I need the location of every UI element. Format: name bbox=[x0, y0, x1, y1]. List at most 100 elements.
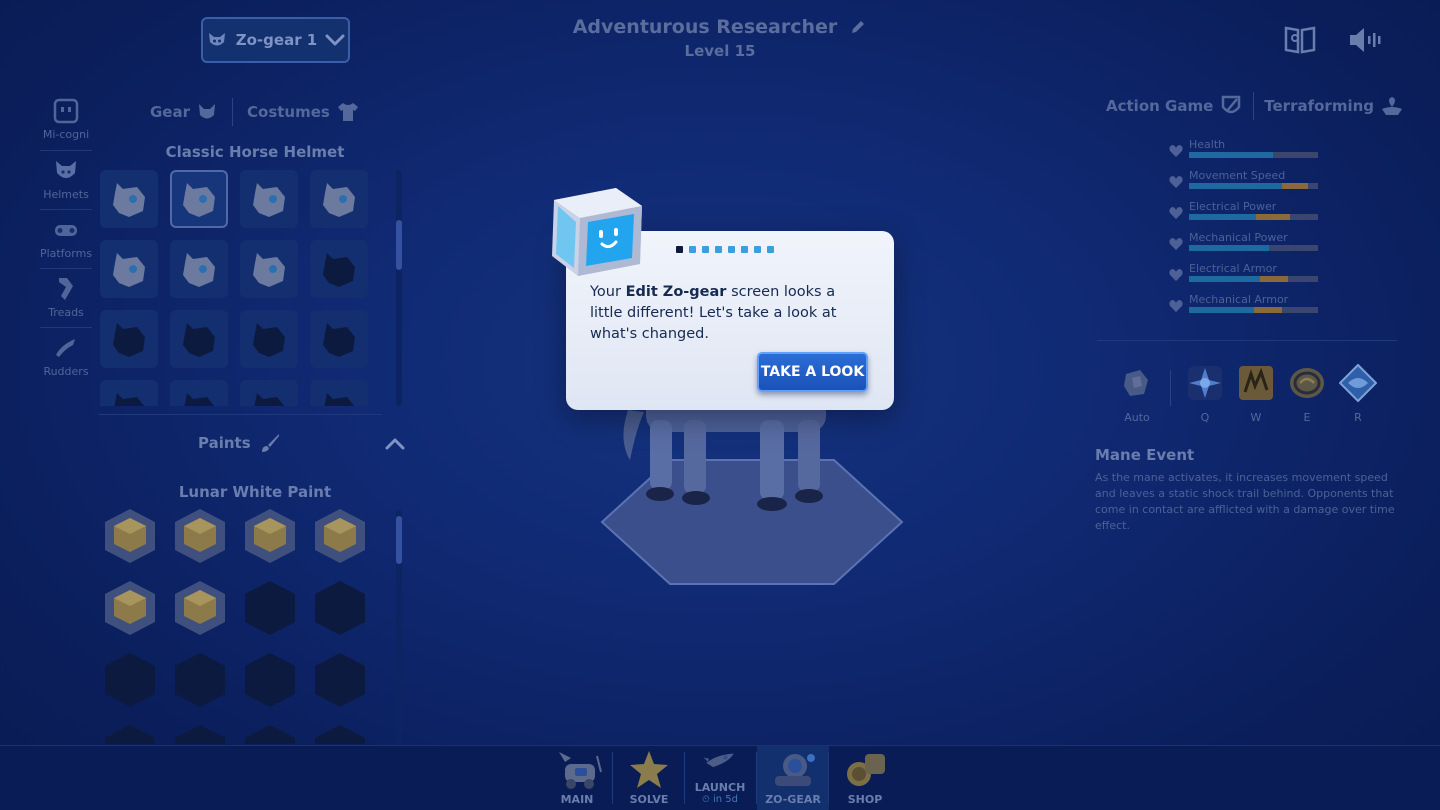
tab-costumes[interactable]: Costumes bbox=[247, 101, 360, 123]
paint-box-icon bbox=[175, 509, 225, 563]
tab-gear[interactable]: Gear bbox=[150, 101, 218, 123]
sidebar-item-treads[interactable]: Treads bbox=[30, 276, 102, 319]
nav-shop[interactable]: SHOP bbox=[829, 746, 901, 810]
paint-slot[interactable] bbox=[314, 508, 366, 564]
horse-helmet-icon bbox=[324, 393, 355, 406]
paint-slot[interactable] bbox=[244, 580, 296, 636]
helmet-slot[interactable] bbox=[310, 170, 368, 228]
helmet-slot[interactable] bbox=[100, 310, 158, 368]
nav-zo-gear[interactable]: ZO-GEAR bbox=[757, 746, 829, 810]
paint-box-icon bbox=[175, 581, 225, 635]
nav-launch[interactable]: LAUNCH ⏲ in 5d bbox=[684, 746, 756, 810]
paint-slot[interactable] bbox=[244, 652, 296, 708]
helmet-slot[interactable] bbox=[310, 380, 368, 406]
helmet-slot[interactable] bbox=[240, 240, 298, 298]
ability-w[interactable]: W bbox=[1236, 364, 1276, 424]
step-dot bbox=[689, 246, 696, 253]
horse-helmet-icon bbox=[253, 253, 285, 287]
paint-slot[interactable] bbox=[104, 724, 156, 744]
paint-box-icon bbox=[105, 509, 155, 563]
helmet-slot[interactable] bbox=[310, 310, 368, 368]
rudder-icon bbox=[56, 339, 75, 357]
paint-slot[interactable] bbox=[244, 724, 296, 744]
page-title: Adventurous Researcher bbox=[572, 16, 838, 38]
stat-bar bbox=[1189, 245, 1318, 251]
paint-box-icon bbox=[175, 653, 225, 707]
step-indicator bbox=[676, 246, 774, 253]
ability-e[interactable]: E bbox=[1287, 364, 1327, 424]
paints-header[interactable]: Paints bbox=[198, 432, 281, 454]
cube-mascot-icon bbox=[552, 188, 642, 276]
mechanical-armor-icon bbox=[1169, 300, 1183, 312]
zo-gear-dropdown[interactable]: Zo-gear 1 bbox=[201, 17, 350, 63]
helmet-slot[interactable] bbox=[170, 380, 228, 406]
helmet-slot[interactable] bbox=[100, 240, 158, 298]
helmet-slot[interactable] bbox=[310, 240, 368, 298]
paint-slot[interactable] bbox=[174, 508, 226, 564]
paint-slot[interactable] bbox=[314, 724, 366, 744]
sidebar-item-mi-cogni[interactable]: Mi-cogni bbox=[30, 98, 102, 141]
ability-q[interactable]: Q bbox=[1185, 364, 1225, 424]
paint-slot[interactable] bbox=[314, 652, 366, 708]
stat-bar bbox=[1189, 183, 1318, 189]
e-ability-icon bbox=[1290, 368, 1324, 398]
paint-slot[interactable] bbox=[104, 652, 156, 708]
take-a-look-button[interactable]: TAKE A LOOK bbox=[757, 352, 868, 392]
speaker-icon[interactable] bbox=[1347, 24, 1381, 56]
tab-action-game[interactable]: Action Game bbox=[1106, 95, 1243, 117]
sidebar-divider bbox=[40, 209, 92, 210]
ability-auto[interactable]: Auto bbox=[1117, 364, 1157, 424]
helmet-name: Classic Horse Helmet bbox=[165, 143, 345, 161]
helmet-slot[interactable] bbox=[170, 310, 228, 368]
sidebar-divider bbox=[40, 327, 92, 328]
paint-slot[interactable] bbox=[104, 508, 156, 564]
stat-fill bbox=[1189, 276, 1260, 282]
paint-slot[interactable] bbox=[244, 508, 296, 564]
sidebar-item-platforms[interactable]: Platforms bbox=[30, 217, 102, 260]
helmet-slot[interactable] bbox=[100, 170, 158, 228]
paint-slot[interactable] bbox=[314, 580, 366, 636]
sidebar-item-helmets[interactable]: Helmets bbox=[30, 158, 102, 201]
paint-scrollbar[interactable] bbox=[396, 516, 402, 564]
ability-r[interactable]: R bbox=[1338, 363, 1378, 424]
stat-row: Mechanical Power bbox=[1168, 231, 1328, 262]
chevron-up-icon[interactable] bbox=[384, 436, 406, 452]
tread-icon bbox=[59, 278, 73, 300]
helmet-slot[interactable] bbox=[240, 310, 298, 368]
paint-slot[interactable] bbox=[174, 724, 226, 744]
paint-slot[interactable] bbox=[174, 580, 226, 636]
paint-box-icon bbox=[315, 653, 365, 707]
horse-helmet-icon bbox=[323, 323, 355, 357]
sidebar-item-label: Rudders bbox=[43, 365, 89, 378]
sidebar-item-rudders[interactable]: Rudders bbox=[30, 335, 102, 378]
mode-tabs: Action Game Terraforming bbox=[1106, 92, 1404, 120]
stat-fill bbox=[1189, 245, 1269, 251]
step-dot bbox=[754, 246, 761, 253]
paint-slot[interactable] bbox=[104, 580, 156, 636]
helmet-slot[interactable] bbox=[240, 380, 298, 406]
tutorial-text: Your Edit Zo-gear screen looks a little … bbox=[590, 282, 860, 345]
helmet-scroll-track[interactable] bbox=[396, 170, 402, 406]
paints-label: Paints bbox=[198, 434, 251, 452]
tab-terraforming-label: Terraforming bbox=[1264, 97, 1375, 115]
tab-terraforming[interactable]: Terraforming bbox=[1264, 95, 1404, 117]
helmet-slot[interactable] bbox=[100, 380, 158, 406]
horse-helmet-icon bbox=[253, 183, 285, 217]
sidebar-divider bbox=[40, 268, 92, 269]
step-dot bbox=[676, 246, 683, 253]
book-icon[interactable] bbox=[1283, 24, 1317, 56]
helmet-scrollbar[interactable] bbox=[396, 220, 402, 270]
paint-slot[interactable] bbox=[174, 652, 226, 708]
edit-pencil-icon[interactable] bbox=[849, 18, 867, 36]
paint-box-icon bbox=[175, 725, 225, 744]
helmet-slot[interactable] bbox=[240, 170, 298, 228]
helmet-slot[interactable] bbox=[170, 170, 228, 228]
paint-box-icon bbox=[245, 725, 295, 744]
helmet-slot[interactable] bbox=[170, 240, 228, 298]
nav-main[interactable]: MAIN bbox=[541, 746, 613, 810]
nav-solve[interactable]: SOLVE bbox=[613, 746, 685, 810]
stat-fill bbox=[1189, 152, 1273, 158]
zo-gear-nav-icon bbox=[775, 754, 815, 786]
horse-helmet-icon bbox=[183, 253, 215, 287]
stat-label: Electrical Power bbox=[1189, 200, 1277, 213]
